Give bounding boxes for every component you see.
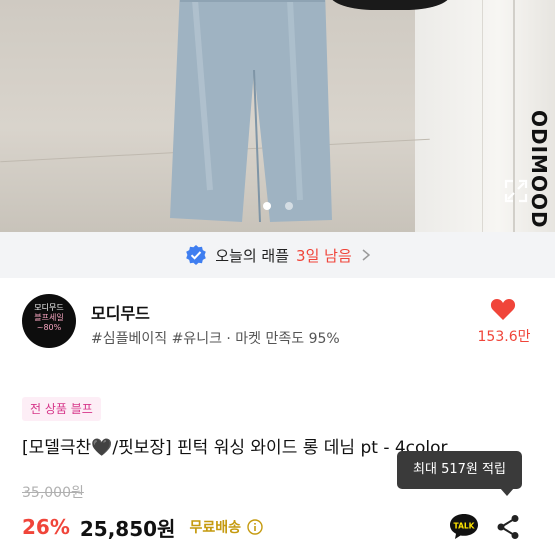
raffle-banner[interactable]: 오늘의 래플 3일 남음 — [0, 232, 555, 278]
shipping-label: 무료배송 — [189, 520, 241, 536]
shop-logo[interactable]: 모디무드 블프세일 ~80% — [22, 294, 76, 348]
original-price: 35,000원 — [22, 485, 84, 501]
discount-rate: 26% — [22, 515, 70, 539]
price-row: 26% 25,850원 무료배송 — [22, 512, 263, 542]
talk-icon[interactable]: TALK — [448, 512, 480, 542]
slide-indicator — [0, 195, 555, 210]
brand-watermark: ODIMOOD — [527, 110, 551, 229]
talk-label: TALK — [454, 522, 476, 531]
product-image[interactable]: ODIMOOD — [0, 0, 555, 232]
slide-dot-active[interactable] — [262, 202, 271, 210]
slide-dot[interactable] — [284, 202, 293, 210]
tooltip-arrow — [500, 488, 514, 496]
raffle-label: 오늘의 래플 — [215, 246, 290, 265]
section-divider — [0, 364, 555, 372]
shop-name[interactable]: 모디무드 — [91, 300, 150, 324]
chevron-right-icon — [362, 249, 370, 261]
share-icon[interactable] — [496, 514, 520, 540]
sale-badge: 전 상품 블프 — [22, 397, 101, 421]
info-icon[interactable] — [247, 519, 263, 535]
shop-info-row[interactable]: 모디무드 블프세일 ~80% 모디무드 #심플베이직 #유니크 · 마켓 만족도… — [0, 278, 555, 364]
sale-price: 25,850원 — [79, 516, 176, 541]
points-tooltip: 최대 517원 적립 — [397, 451, 522, 489]
like-count: 153.6만 — [477, 329, 531, 345]
raffle-days-left: 3일 남음 — [296, 246, 352, 265]
heart-icon[interactable] — [490, 297, 516, 321]
verified-check-icon — [186, 245, 207, 265]
shop-meta: #심플베이직 #유니크 · 마켓 만족도 95% — [91, 331, 340, 347]
